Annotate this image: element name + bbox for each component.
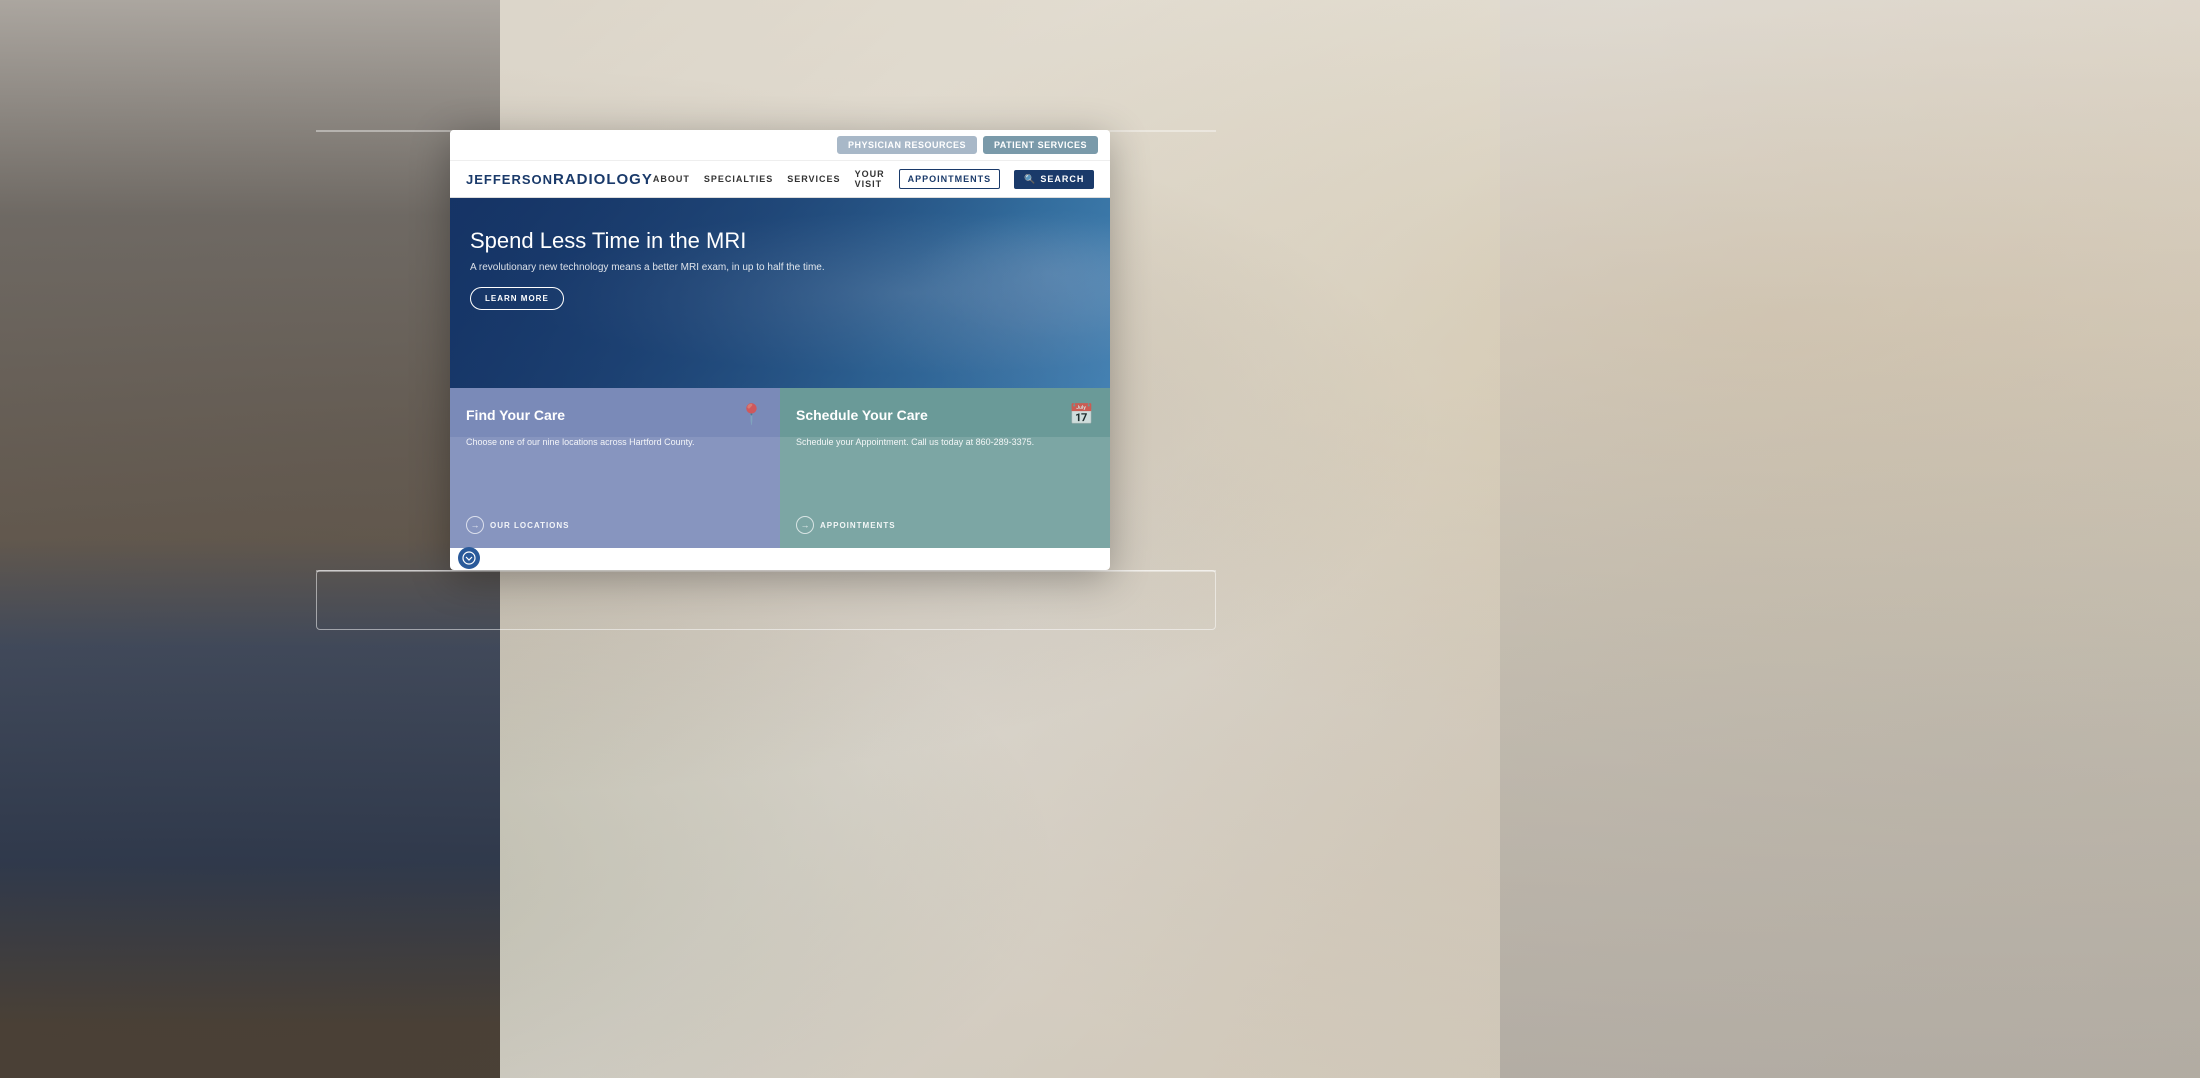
schedule-care-card: Schedule Your Care 📅 Schedule your Appoi… — [780, 388, 1110, 548]
hero-title: Spend Less Time in the MRI — [470, 228, 825, 254]
logo-jefferson: Jefferson — [466, 172, 553, 187]
find-care-body-area: Choose one of our nine locations across … — [450, 437, 780, 548]
hero-subtitle: A revolutionary new technology means a b… — [470, 262, 825, 273]
calendar-icon: 📅 — [1069, 402, 1094, 427]
nav-specialties[interactable]: SPECIALTIES — [704, 174, 773, 184]
search-icon: 🔍 — [1024, 174, 1036, 185]
schedule-care-card-header: Schedule Your Care 📅 — [780, 388, 1110, 437]
hero-section: Spend Less Time in the MRI A revolutiona… — [450, 198, 1110, 388]
background-figure-right — [1500, 0, 2200, 1078]
main-navigation: JeffersonRadiology ABOUT SPECIALTIES SER… — [450, 161, 1110, 198]
find-care-card: Find Your Care 📍 Choose one of our nine … — [450, 388, 780, 548]
schedule-care-footer: → APPOINTMENTS — [780, 506, 1110, 548]
nav-appointments-button[interactable]: APPOINTMENTS — [899, 169, 1001, 189]
nav-about[interactable]: ABOUT — [653, 174, 690, 184]
scroll-indicator[interactable] — [458, 547, 480, 569]
schedule-care-body-area: Schedule your Appointment. Call us today… — [780, 437, 1110, 548]
schedule-care-arrow[interactable]: → — [796, 516, 814, 534]
hero-cta-button[interactable]: LEARN MORE — [470, 287, 564, 310]
find-care-card-header: Find Your Care 📍 — [450, 388, 780, 437]
location-icon: 📍 — [739, 402, 764, 427]
find-care-arrow[interactable]: → — [466, 516, 484, 534]
cards-section: Find Your Care 📍 Choose one of our nine … — [450, 388, 1110, 548]
site-logo[interactable]: JeffersonRadiology — [466, 171, 653, 188]
physician-resources-button[interactable]: PHYSICIAN RESOURCES — [837, 136, 977, 154]
find-care-footer: → OUR LOCATIONS — [450, 506, 780, 548]
search-label: SEARCH — [1040, 174, 1084, 184]
background-figure-left — [0, 0, 500, 1078]
nav-search-button[interactable]: 🔍 SEARCH — [1014, 170, 1094, 189]
schedule-care-link[interactable]: APPOINTMENTS — [820, 521, 896, 530]
nav-services[interactable]: SERVICES — [787, 174, 840, 184]
patient-services-button[interactable]: PATiENT Services — [983, 136, 1098, 154]
find-care-body: Choose one of our nine locations across … — [450, 437, 780, 506]
hero-content: Spend Less Time in the MRI A revolutiona… — [470, 228, 825, 310]
nav-your-visit[interactable]: YOUR VISIT — [855, 169, 885, 189]
find-care-link[interactable]: OUR LOCATIONS — [490, 521, 570, 530]
logo-radiology: Radiology — [553, 171, 653, 188]
utility-bar: PHYSICIAN RESOURCES PATiENT Services — [450, 130, 1110, 161]
find-care-title: Find Your Care — [466, 407, 565, 423]
deco-line-bottom — [316, 570, 1216, 572]
schedule-care-title: Schedule Your Care — [796, 407, 928, 423]
nav-links: ABOUT SPECIALTIES SERVICES YOUR VISIT AP… — [653, 169, 1094, 189]
schedule-care-body: Schedule your Appointment. Call us today… — [780, 437, 1110, 506]
browser-window: PHYSICIAN RESOURCES PATiENT Services Jef… — [450, 130, 1110, 570]
